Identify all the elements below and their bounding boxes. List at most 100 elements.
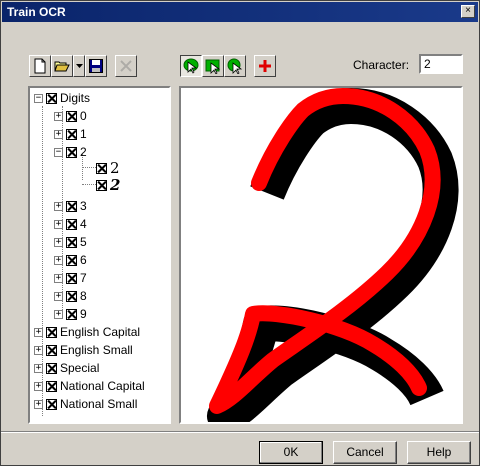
rect-select-icon [205,59,221,74]
tree-node-category[interactable]: + National Small [34,396,137,412]
tree-connector [82,167,96,168]
tool-toolbar [180,55,276,77]
delete-button[interactable] [115,55,137,77]
collapse-icon[interactable]: − [54,147,63,157]
tree-node-label: 7 [80,271,87,285]
tree-node-digit[interactable]: + 0 [54,108,87,124]
tree-node-label: 1 [80,127,87,141]
tree-node-label: Special [60,361,100,375]
zoom-select-icon [227,58,243,74]
tree-node-digit[interactable]: + 1 [54,126,87,142]
checkbox-checked-icon[interactable] [66,290,77,302]
checkbox-checked-icon[interactable] [66,128,77,140]
help-button[interactable]: Help [407,441,471,464]
tree-node-sample[interactable]: 2 [96,177,120,193]
character-input[interactable] [419,54,463,74]
expand-icon[interactable]: + [54,291,63,301]
expand-icon[interactable]: + [54,219,63,229]
drawing-canvas[interactable] [179,86,463,424]
checkbox-checked-icon[interactable] [66,110,77,122]
tree-node-label: 3 [80,199,87,213]
expand-icon[interactable]: + [34,327,43,337]
expand-icon[interactable]: + [34,381,43,391]
tree-node-digit[interactable]: + 3 [54,198,87,214]
pen-select-icon [183,58,199,74]
expand-icon[interactable]: + [54,237,63,247]
checkbox-checked-icon[interactable] [66,218,77,230]
tree-node-category[interactable]: + Special [34,360,99,376]
open-dropdown-button[interactable] [73,55,85,77]
expand-icon[interactable]: + [34,345,43,355]
tree-node-digit[interactable]: + 6 [54,252,87,268]
ok-button[interactable]: 0K [259,441,323,464]
train-ocr-window: Train OCR × Character: 2 − Digits + 0 + … [0,0,480,466]
expand-icon[interactable]: + [54,309,63,319]
tree-node-label: 0 [80,109,87,123]
add-button[interactable] [254,55,276,77]
save-button[interactable] [85,55,107,77]
tree-node-label: 9 [80,307,87,321]
new-icon [34,58,46,74]
zoom-tool-button[interactable] [224,55,246,77]
tree-node-label: 6 [80,253,87,267]
close-button[interactable]: × [461,5,475,18]
tree-node-label: Digits [60,91,91,105]
tree-node-label: 8 [80,289,87,303]
expand-icon[interactable]: + [34,363,43,373]
checkbox-checked-icon[interactable] [46,344,57,356]
sample-glyph: 2 [110,159,120,177]
checkbox-checked-icon[interactable] [46,362,57,374]
tree-node-category[interactable]: + National Capital [34,378,145,394]
sample-glyph: 2 [110,176,121,194]
tree-node-sample[interactable]: 2 [96,160,120,176]
checkbox-checked-icon[interactable] [46,380,57,392]
expand-icon[interactable]: + [54,201,63,211]
expand-icon[interactable]: + [34,399,43,409]
tree-node-category[interactable]: + English Small [34,342,133,358]
checkbox-checked-icon[interactable] [46,398,57,410]
tree-connector [82,184,96,185]
cancel-button[interactable]: Cancel [333,441,397,464]
tree-node-digit[interactable]: − 2 [54,144,87,160]
delete-icon [120,60,132,72]
collapse-icon[interactable]: − [34,93,43,103]
character-label: Character: [353,58,410,72]
checkbox-checked-icon[interactable] [66,272,77,284]
tree-node-label: National Capital [60,379,145,393]
new-button[interactable] [29,55,51,77]
title-bar[interactable]: Train OCR × [2,2,478,22]
tree-node-digits[interactable]: − Digits [34,90,90,106]
expand-icon[interactable]: + [54,111,63,121]
tree-node-label: English Capital [60,325,141,339]
pen-tool-button[interactable] [180,55,202,77]
expand-icon[interactable]: + [54,273,63,283]
tree-node-digit[interactable]: + 8 [54,288,87,304]
tree-node-label: National Small [60,397,138,411]
rect-tool-button[interactable] [202,55,224,77]
checkbox-checked-icon[interactable] [66,146,77,158]
tree-node-category[interactable]: + English Capital [34,324,140,340]
tree-node-digit[interactable]: + 5 [54,234,87,250]
tree-node-digit[interactable]: + 7 [54,270,87,286]
file-toolbar [29,55,137,77]
open-folder-icon [54,61,70,72]
checkbox-checked-icon[interactable] [46,92,57,104]
checkbox-checked-icon[interactable] [66,254,77,266]
checkbox-checked-icon[interactable] [66,200,77,212]
checkbox-checked-icon[interactable] [96,179,107,191]
checkbox-checked-icon[interactable] [66,236,77,248]
tree-node-digit[interactable]: + 4 [54,216,87,232]
add-icon [259,60,271,72]
checkbox-checked-icon[interactable] [46,326,57,338]
tree-node-label: English Small [60,343,133,357]
tree-node-digit[interactable]: + 9 [54,306,87,322]
checkbox-checked-icon[interactable] [96,162,107,174]
open-button[interactable] [51,55,73,77]
expand-icon[interactable]: + [54,129,63,139]
checkbox-checked-icon[interactable] [66,308,77,320]
tree-node-label: 4 [80,217,87,231]
character-tree[interactable]: − Digits + 0 + 1 − 2 2 2 + 3 + 4 + 5 + 6… [28,86,171,424]
window-title: Train OCR [7,5,66,19]
expand-icon[interactable]: + [54,255,63,265]
tree-node-label: 2 [80,145,87,159]
